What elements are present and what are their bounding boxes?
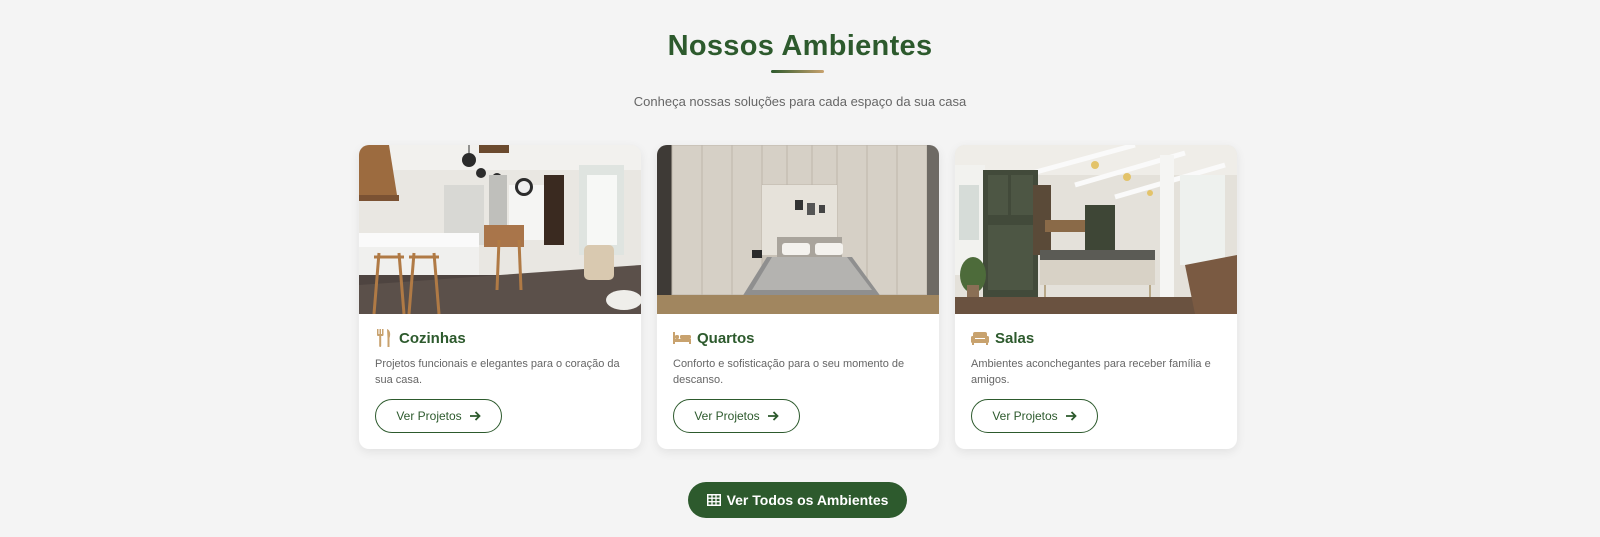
card-quartos: Quartos Conforto e sofisticação para o s…: [657, 145, 939, 449]
arrow-right-icon: [469, 411, 481, 421]
living-room-photo: [955, 145, 1237, 314]
ver-projetos-button[interactable]: Ver Projetos: [375, 399, 502, 433]
bed-icon: [673, 329, 691, 347]
bedroom-photo: [657, 145, 939, 314]
card-title: Quartos: [697, 329, 755, 347]
section-title: Nossos Ambientes: [667, 30, 933, 62]
button-label: Ver Projetos: [694, 409, 760, 423]
utensils-icon: [375, 329, 393, 347]
kitchen-photo: [359, 145, 641, 314]
card-title: Salas: [995, 329, 1035, 347]
table-grid-icon: [706, 494, 721, 506]
arrow-right-icon: [767, 411, 779, 421]
card-description: Conforto e sofisticação para o seu momen…: [673, 358, 905, 386]
arrow-right-icon: [1065, 411, 1077, 421]
card-description: Projetos funcionais e elegantes para o c…: [375, 358, 620, 386]
card-salas: Salas Ambientes aconchegantes para receb…: [955, 145, 1237, 449]
section-subtitle: Conheça nossas soluções para cada espaço…: [633, 94, 967, 109]
ver-todos-label: Ver Todos os Ambientes: [726, 492, 889, 508]
ver-projetos-button[interactable]: Ver Projetos: [673, 399, 800, 433]
title-underline: [771, 70, 824, 73]
button-label: Ver Projetos: [396, 409, 462, 423]
couch-icon: [971, 329, 989, 347]
card-description: Ambientes aconchegantes para receber fam…: [971, 358, 1211, 386]
ver-projetos-button[interactable]: Ver Projetos: [971, 399, 1098, 433]
card-title: Cozinhas: [399, 329, 466, 347]
button-label: Ver Projetos: [992, 409, 1058, 423]
ambientes-cards: Cozinhas Projetos funcionais e elegantes…: [359, 145, 1237, 449]
ver-todos-ambientes-button[interactable]: Ver Todos os Ambientes: [688, 482, 907, 518]
card-cozinhas: Cozinhas Projetos funcionais e elegantes…: [359, 145, 641, 449]
